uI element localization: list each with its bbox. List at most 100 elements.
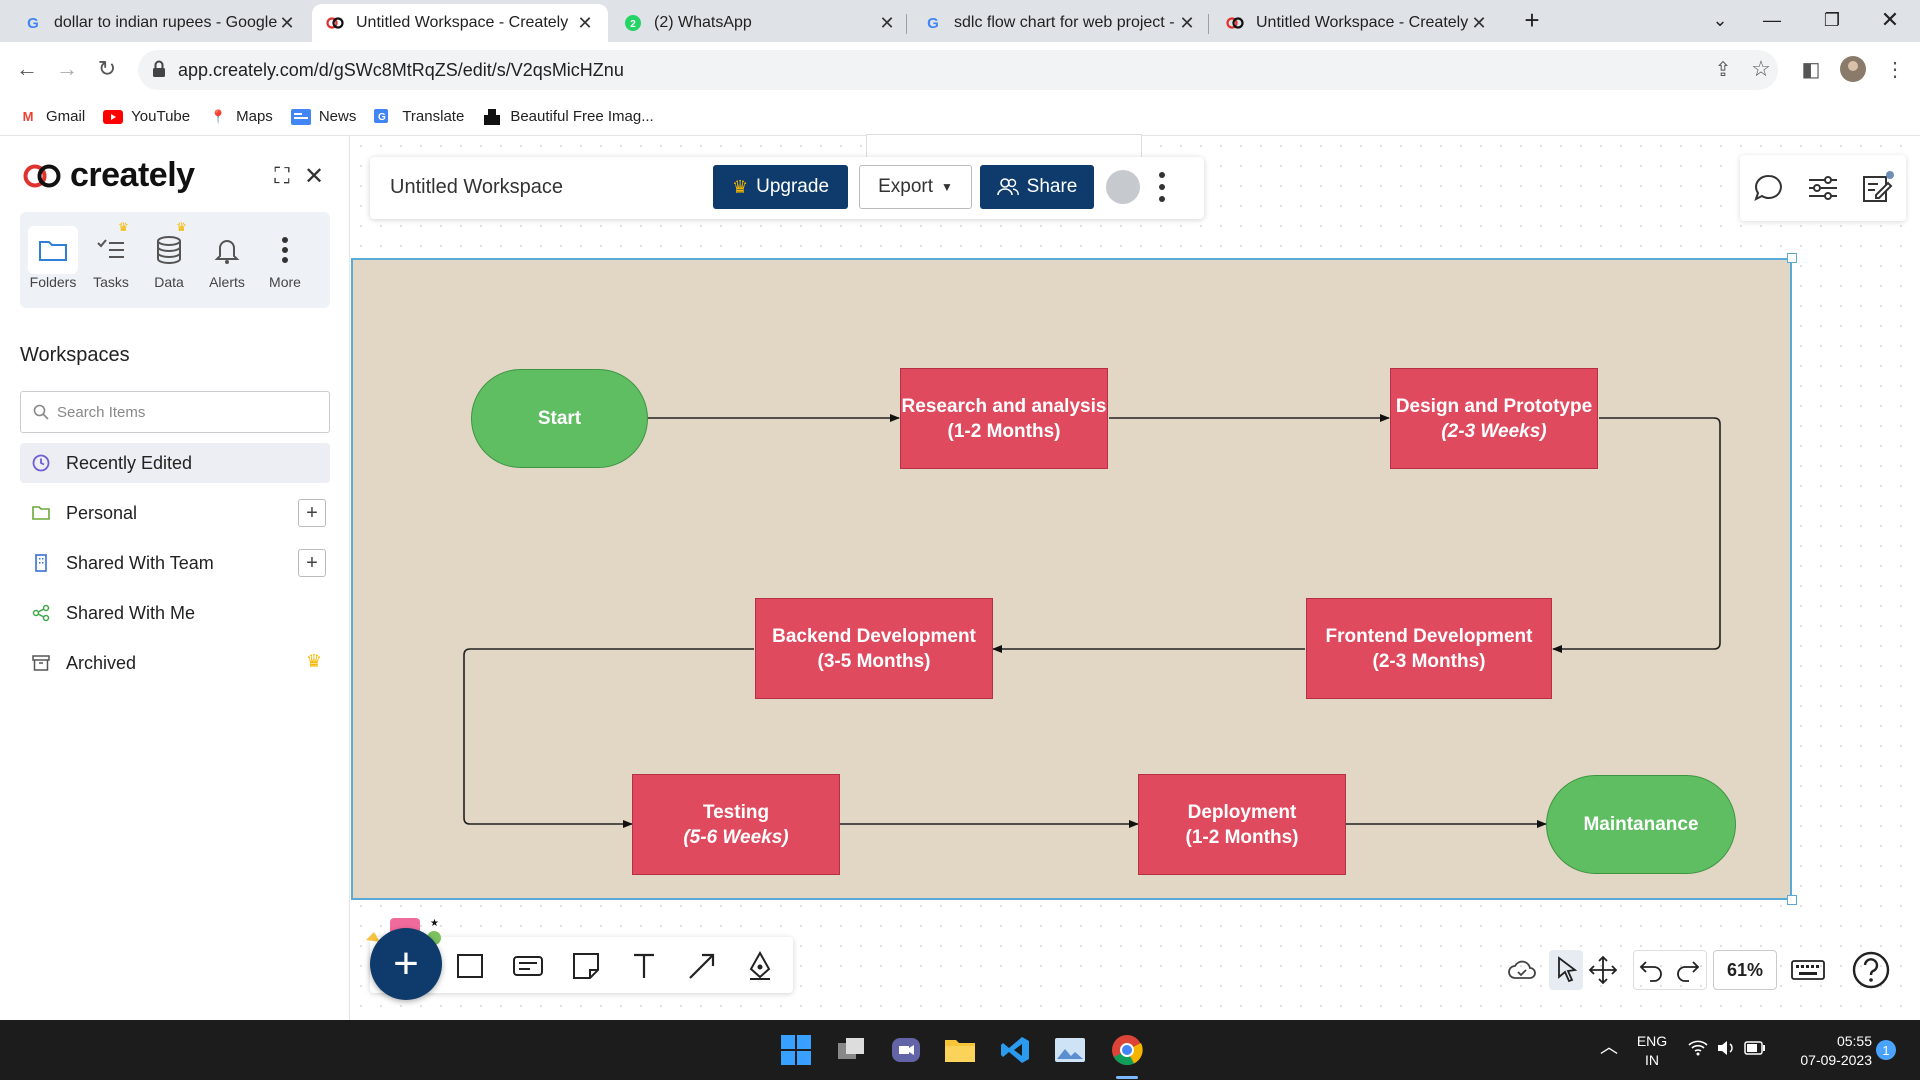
connector-tool-icon[interactable] <box>686 950 718 982</box>
export-button[interactable]: Export ▼ <box>859 165 972 209</box>
wifi-icon[interactable] <box>1688 1040 1708 1061</box>
bookmark-maps[interactable]: 📍 Maps <box>208 108 273 125</box>
pan-tool-icon[interactable] <box>1587 954 1619 986</box>
resize-handle[interactable] <box>1787 253 1797 263</box>
url-bar[interactable]: app.creately.com/d/gSWc8MtRqZS/edit/s/V2… <box>138 50 1778 90</box>
maintenance-node[interactable]: Maintanance <box>1546 775 1736 874</box>
share-button[interactable]: Share <box>980 165 1094 209</box>
pen-tool-icon[interactable] <box>744 950 776 982</box>
close-tab-icon[interactable]: ✕ <box>1470 13 1488 34</box>
vscode-icon[interactable] <box>995 1030 1035 1070</box>
cloud-save-icon[interactable] <box>1506 954 1538 986</box>
forward-icon[interactable]: → <box>52 54 82 84</box>
bookmark-star-icon[interactable]: ☆ <box>1746 54 1776 84</box>
image-site-icon <box>482 108 502 125</box>
left-panel: creately ⛶ ✕ Folders ♛ Tasks ♛ Data Aler… <box>0 136 350 1020</box>
file-explorer-icon[interactable] <box>940 1030 980 1070</box>
text-tool-icon[interactable] <box>628 950 660 982</box>
creately-logo[interactable]: creately <box>22 156 195 195</box>
collaborator-avatar[interactable] <box>1106 170 1140 204</box>
help-icon[interactable] <box>1851 950 1891 990</box>
users-icon <box>996 178 1019 196</box>
quicknav-data[interactable]: ♛ Data <box>140 212 198 308</box>
new-tab-icon[interactable]: + <box>1502 0 1562 40</box>
close-tab-icon[interactable]: ✕ <box>576 13 594 34</box>
backend-node[interactable]: Backend Development (3-5 Months) <box>755 598 993 699</box>
windows-start-icon[interactable] <box>776 1030 816 1070</box>
bookmark-gmail[interactable]: M Gmail <box>18 108 86 125</box>
quicknav-more[interactable]: More <box>256 212 314 308</box>
workspace-title[interactable]: Untitled Workspace <box>390 176 563 199</box>
bookmark-images[interactable]: Beautiful Free Imag... <box>482 108 654 125</box>
expand-icon[interactable]: ⛶ <box>268 162 296 190</box>
volume-icon[interactable] <box>1716 1039 1736 1062</box>
search-input[interactable]: Search Items <box>20 391 330 433</box>
close-tab-icon[interactable]: ✕ <box>1178 13 1196 34</box>
sidebar-item-shared-with-team[interactable]: Shared With Team + <box>20 543 330 583</box>
chrome-icon[interactable] <box>1107 1030 1147 1070</box>
quicknav-alerts[interactable]: Alerts <box>198 212 256 308</box>
pointer-tool-icon[interactable] <box>1551 954 1583 986</box>
notes-edit-icon[interactable] <box>1860 171 1894 205</box>
restore-icon[interactable]: ❐ <box>1802 0 1862 40</box>
card-tool-icon[interactable] <box>512 950 544 982</box>
minimize-icon[interactable]: — <box>1742 0 1802 40</box>
browser-tab[interactable]: Untitled Workspace - Creately ✕ <box>1212 4 1502 42</box>
battery-icon[interactable] <box>1744 1041 1766 1060</box>
profile-avatar[interactable] <box>1838 54 1868 84</box>
testing-node[interactable]: Testing (5-6 Weeks) <box>632 774 840 875</box>
close-tab-icon[interactable]: ✕ <box>878 13 896 34</box>
browser-tab[interactable]: G dollar to indian rupees - Google ✕ <box>10 4 310 42</box>
comment-icon[interactable] <box>1752 171 1786 205</box>
sticky-note-icon[interactable] <box>570 950 602 982</box>
task-view-icon[interactable] <box>831 1030 871 1070</box>
browser-menu-icon[interactable]: ⋮ <box>1880 54 1910 84</box>
photos-icon[interactable] <box>1050 1030 1090 1070</box>
frontend-node[interactable]: Frontend Development (2-3 Months) <box>1306 598 1552 699</box>
keyboard-shortcuts-icon[interactable] <box>1790 954 1826 986</box>
close-panel-icon[interactable]: ✕ <box>300 162 328 190</box>
deployment-node[interactable]: Deployment (1-2 Months) <box>1138 774 1346 875</box>
clock[interactable]: 05:55 07-09-2023 <box>1782 1032 1872 1070</box>
premium-crown-icon: ♛ <box>118 220 129 234</box>
add-personal-button[interactable]: + <box>298 499 326 527</box>
reload-icon[interactable]: ↻ <box>92 54 122 84</box>
archive-icon <box>32 655 50 671</box>
browser-tab[interactable]: 2 (2) WhatsApp ✕ <box>610 4 910 42</box>
side-panel-icon[interactable]: ◧ <box>1796 54 1826 84</box>
language-indicator[interactable]: ENG IN <box>1634 1032 1670 1070</box>
sidebar-item-personal[interactable]: Personal + <box>20 493 330 533</box>
share-page-icon[interactable]: ⇪ <box>1708 54 1738 84</box>
browser-tab[interactable]: G sdlc flow chart for web project - G ✕ <box>910 4 1210 42</box>
zoom-level[interactable]: 61% <box>1713 950 1777 990</box>
sidebar-item-recently-edited[interactable]: Recently Edited <box>20 443 330 483</box>
notification-badge[interactable]: 1 <box>1876 1040 1896 1060</box>
bookmark-news[interactable]: News <box>290 108 356 125</box>
upgrade-button[interactable]: ♛ Upgrade <box>713 165 848 209</box>
resize-handle[interactable] <box>1787 895 1797 905</box>
start-node[interactable]: Start <box>471 369 648 468</box>
bookmark-youtube[interactable]: YouTube <box>103 108 190 125</box>
settings-sliders-icon[interactable] <box>1806 171 1840 205</box>
quicknav-tasks[interactable]: ♛ Tasks <box>82 212 140 308</box>
teams-chat-icon[interactable] <box>886 1030 926 1070</box>
more-options-icon[interactable] <box>1154 169 1170 205</box>
tab-search-chevron-icon[interactable]: ⌄ <box>1690 0 1750 40</box>
sidebar-item-archived[interactable]: Archived ♛ <box>20 643 330 683</box>
close-window-icon[interactable]: ✕ <box>1860 0 1920 40</box>
back-icon[interactable]: ← <box>12 54 42 84</box>
sidebar-item-shared-with-me[interactable]: Shared With Me <box>20 593 330 633</box>
quicknav-folders[interactable]: Folders <box>24 212 82 308</box>
lock-icon <box>153 60 165 77</box>
add-shape-button[interactable]: + <box>370 928 442 1000</box>
design-node[interactable]: Design and Prototype (2-3 Weeks) <box>1390 368 1598 469</box>
add-team-button[interactable]: + <box>298 549 326 577</box>
undo-icon[interactable] <box>1636 954 1668 986</box>
browser-tab-active[interactable]: Untitled Workspace - Creately ✕ <box>312 4 608 42</box>
bookmark-translate[interactable]: G Translate <box>374 108 464 125</box>
close-tab-icon[interactable]: ✕ <box>278 13 296 34</box>
rectangle-tool-icon[interactable] <box>454 950 486 982</box>
tray-overflow-chevron-icon[interactable]: ︿ <box>1600 1038 1618 1057</box>
research-node[interactable]: Research and analysis (1-2 Months) <box>900 368 1108 469</box>
redo-icon[interactable] <box>1671 954 1703 986</box>
